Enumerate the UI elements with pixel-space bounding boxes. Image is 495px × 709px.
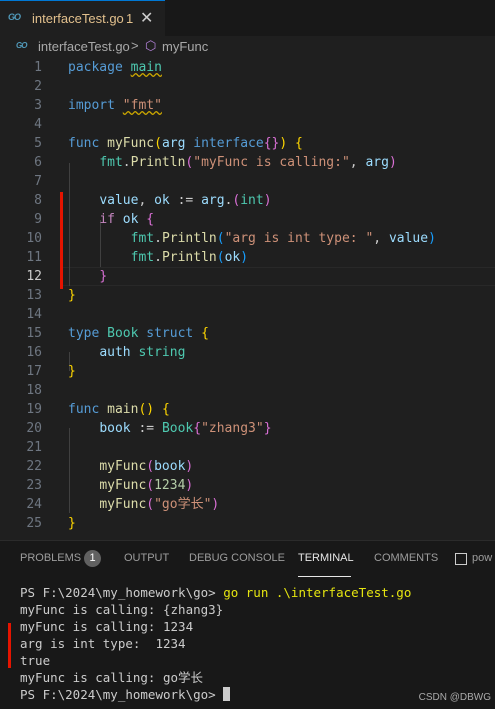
terminal-line: true (20, 653, 51, 668)
line-number: 7 (34, 174, 42, 189)
line-number: 9 (34, 212, 42, 227)
terminal-line: arg is int type: 1234 (20, 636, 186, 651)
terminal-line: myFunc is calling: go学长 (20, 670, 204, 685)
terminal-error-marker (8, 623, 11, 668)
tab-ports[interactable]: pow (472, 552, 492, 564)
cube-icon: ⬡ (145, 38, 157, 53)
line-number: 1 (34, 60, 42, 75)
code-line-20: book := Book{"zhang3"} (99, 421, 272, 436)
line-number: 11 (26, 250, 42, 265)
tab-label: interfaceTest.go (32, 11, 124, 26)
line-number: 18 (26, 383, 42, 398)
line-number: 13 (26, 288, 42, 303)
code-line-3: import "fmt" (68, 98, 162, 113)
terminal-line: PS F:\2024\my_homework\go> go run .\inte… (20, 585, 412, 600)
active-tab-indicator (298, 576, 351, 577)
line-number: 10 (26, 231, 42, 246)
terminal-command: go run .\interfaceTest.go (223, 585, 412, 600)
go-file-icon: GO (8, 12, 21, 22)
line-number: 19 (26, 402, 42, 417)
code-line-9: if ok { (99, 212, 155, 227)
line-number: 22 (26, 459, 42, 474)
code-line-17: } (68, 364, 76, 379)
close-icon[interactable]: ✕ (140, 8, 153, 28)
code-line-10: fmt.Println("arg is int type: ", value) (130, 231, 436, 246)
line-number: 4 (34, 117, 42, 132)
line-number: 25 (26, 516, 42, 531)
code-line-22: myFunc(book) (99, 459, 194, 474)
line-number: 8 (34, 193, 42, 208)
code-line-25: } (68, 516, 76, 531)
line-number: 23 (26, 478, 42, 493)
terminal-cursor (223, 687, 231, 701)
code-line-15: type Book struct { (68, 326, 209, 341)
code-line-11: fmt.Println(ok) (130, 250, 249, 265)
tab-problem-count: 1 (126, 11, 134, 26)
code-line-24: myFunc("go学长") (99, 497, 220, 512)
terminal-line: myFunc is calling: 1234 (20, 619, 194, 634)
tab-interfacetest-go[interactable]: GO interfaceTest.go 1 ✕ (0, 0, 165, 36)
line-number: 12 (26, 269, 42, 284)
tab-terminal[interactable]: TERMINAL (298, 552, 354, 564)
breadcrumb-file[interactable]: interfaceTest.go (38, 39, 130, 54)
watermark: CSDN @DBWG (418, 692, 491, 703)
gutter-change-marker (60, 192, 63, 289)
bottom-panel: PROBLEMS 1 OUTPUT DEBUG CONSOLE TERMINAL… (0, 540, 495, 709)
terminal-line: myFunc is calling: {zhang3} (20, 602, 224, 617)
code-line-1: package main (68, 60, 162, 75)
breadcrumb-symbol[interactable]: myFunc (162, 39, 208, 54)
line-number: 5 (34, 136, 42, 151)
code-line-23: myFunc(1234) (99, 478, 194, 493)
line-number: 6 (34, 155, 42, 170)
current-line-highlight (62, 267, 495, 286)
code-line-6: fmt.Println("myFunc is calling:", arg) (99, 155, 397, 170)
go-file-icon: GO (16, 41, 27, 50)
line-number: 15 (26, 326, 42, 341)
line-number: 17 (26, 364, 42, 379)
code-line-13: } (68, 288, 76, 303)
line-number: 2 (34, 79, 42, 94)
problems-count-badge: 1 (84, 550, 101, 567)
breadcrumb: GO interfaceTest.go > ⬡ myFunc (0, 36, 495, 58)
code-line-12: } (99, 269, 108, 284)
line-number: 16 (26, 345, 42, 360)
code-line-16: auth string (99, 345, 186, 360)
code-line-19: func main() { (68, 402, 170, 417)
tab-problems[interactable]: PROBLEMS (20, 552, 81, 564)
code-editor[interactable]: 1 2 3 4 5 6 7 8 9 10 11 12 13 14 15 16 17 18 19 20 21 22 23 24 2… (0, 58, 495, 538)
line-number: 3 (34, 98, 42, 113)
tab-debug-console[interactable]: DEBUG CONSOLE (189, 552, 285, 564)
editor-tab-bar: GO interfaceTest.go 1 ✕ (0, 0, 495, 36)
ports-icon (455, 553, 467, 565)
code-line-5: func myFunc(arg interface{}) { (68, 136, 303, 151)
tab-comments[interactable]: COMMENTS (374, 552, 438, 564)
chevron-right-icon: > (131, 38, 139, 53)
line-number: 21 (26, 440, 42, 455)
tab-output[interactable]: OUTPUT (124, 552, 169, 564)
line-number: 24 (26, 497, 42, 512)
line-number: 14 (26, 307, 42, 322)
terminal-prompt[interactable]: PS F:\2024\my_homework\go> (20, 686, 231, 703)
line-number: 20 (26, 421, 42, 436)
code-line-8: value, ok := arg.(int) (99, 193, 272, 208)
